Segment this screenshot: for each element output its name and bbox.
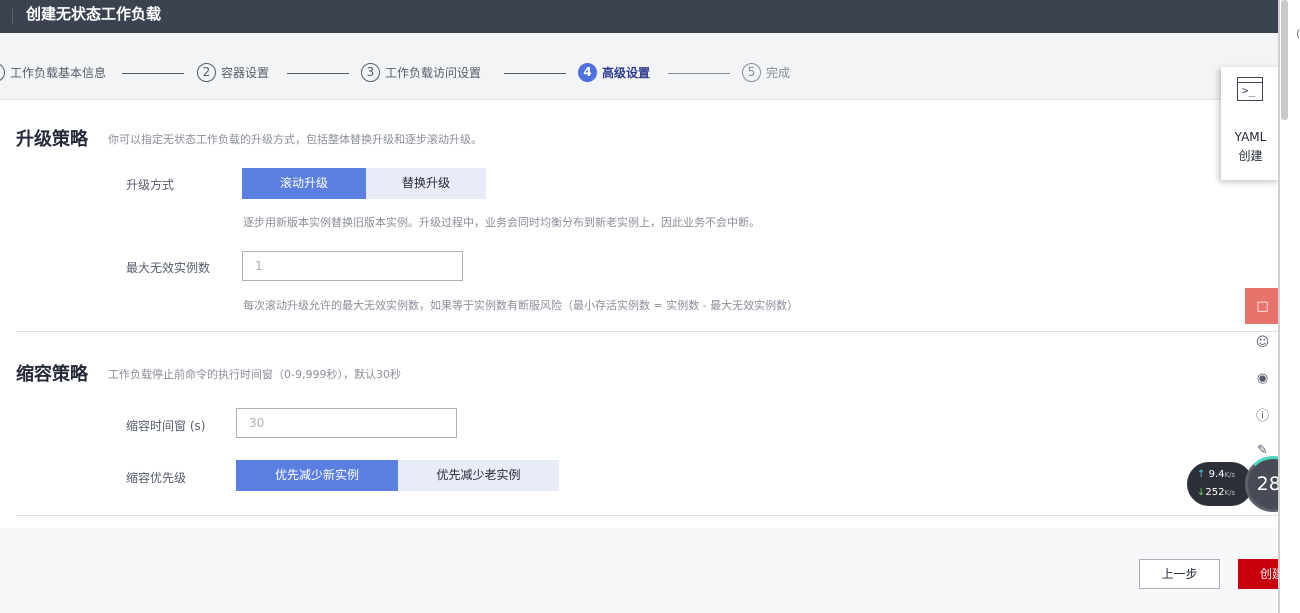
yaml-create-panel[interactable]: >_ YAML 创建: [1221, 67, 1280, 180]
max-unavailable-input[interactable]: 1: [242, 251, 463, 281]
page-header: 创建无状态工作负载: [0, 0, 1280, 33]
upgrade-method-toggle: 滚动升级 替换升级: [242, 168, 486, 199]
step-number: 2: [197, 62, 216, 82]
smile-icon[interactable]: ☺: [1245, 324, 1280, 360]
replace-upgrade-option[interactable]: 替换升级: [366, 168, 486, 199]
step-connector: [504, 73, 566, 74]
scale-section-title: 缩容策略: [16, 364, 88, 385]
footer-bar: [0, 528, 1280, 613]
header-divider: [12, 9, 13, 24]
upgrade-section-desc: 你可以指定无状态工作负载的升级方式，包括整体替换升级和逐步滚动升级。: [108, 133, 482, 146]
step-number: 4: [578, 62, 597, 82]
scale-priority-toggle: 优先减少新实例 优先减少老实例: [236, 460, 559, 491]
rolling-upgrade-option[interactable]: 滚动升级: [242, 168, 366, 199]
prefer-new-option[interactable]: 优先减少新实例: [236, 460, 398, 491]
step-5: 5 完成: [742, 62, 790, 82]
step-3: 3 工作负载访问设置: [361, 62, 481, 82]
step-number: 5: [742, 62, 761, 82]
floating-toolbar: □ ☺ ◉ ⓘ ✎: [1245, 288, 1280, 468]
step-connector: [668, 73, 730, 74]
chat-icon[interactable]: □: [1245, 288, 1280, 324]
upload-arrow-icon: ↑: [1197, 469, 1206, 480]
create-button[interactable]: 创建: [1238, 559, 1280, 589]
scale-priority-label: 缩容优先级: [126, 471, 187, 485]
help-icon[interactable]: ⓘ: [1245, 396, 1280, 432]
upgrade-method-label: 升级方式: [126, 178, 175, 192]
upgrade-section-title: 升级策略: [16, 129, 88, 150]
step-number: 1: [0, 62, 5, 82]
network-speed-widget: ↑ 9.4K/s ↓252K/s: [1187, 462, 1253, 506]
scrollbar-edge: [1278, 0, 1280, 613]
terminal-icon: >_: [1237, 77, 1263, 101]
step-label: 工作负载基本信息: [10, 65, 107, 80]
step-connector: [122, 73, 184, 74]
step-label: 工作负载访问设置: [385, 65, 482, 80]
prev-step-button[interactable]: 上一步: [1139, 559, 1220, 589]
yaml-create-label: YAML 创建: [1234, 130, 1267, 163]
step-2: 2 容器设置: [197, 62, 269, 82]
step-connector: [287, 73, 349, 74]
upgrade-method-hint: 逐步用新版本实例替换旧版本实例。升级过程中，业务会同时均衡分布到新老实例上，因此…: [243, 216, 760, 229]
step-label: 完成: [766, 65, 791, 80]
scale-window-label: 缩容时间窗 (s): [126, 419, 206, 433]
step-1: 1 工作负载基本信息: [0, 62, 106, 82]
edge-glyph: (: [1296, 27, 1300, 40]
step-progress: 1 工作负载基本信息 2 容器设置 3 工作负载访问设置 4 高级设置 5 完成: [0, 33, 1280, 100]
step-label: 容器设置: [221, 65, 270, 80]
step-label: 高级设置: [602, 65, 651, 80]
max-unavailable-label: 最大无效实例数: [126, 261, 211, 275]
step-number: 3: [361, 62, 380, 82]
headset-icon[interactable]: ◉: [1245, 360, 1280, 396]
max-unavailable-hint: 每次滚动升级允许的最大无效实例数，如果等于实例数有断服风险（最小存活实例数 = …: [243, 299, 799, 312]
scale-section-desc: 工作负载停止前命令的执行时间窗（0-9,999秒），默认30秒: [108, 368, 401, 381]
section-divider: [16, 331, 1280, 332]
scale-window-input[interactable]: 30: [236, 408, 457, 438]
step-4: 4 高级设置: [578, 62, 650, 82]
scrollbar-thumb[interactable]: [1281, 0, 1288, 120]
page-title: 创建无状态工作负载: [26, 5, 162, 23]
prefer-old-option[interactable]: 优先减少老实例: [398, 460, 559, 491]
section-divider: [16, 515, 1280, 516]
